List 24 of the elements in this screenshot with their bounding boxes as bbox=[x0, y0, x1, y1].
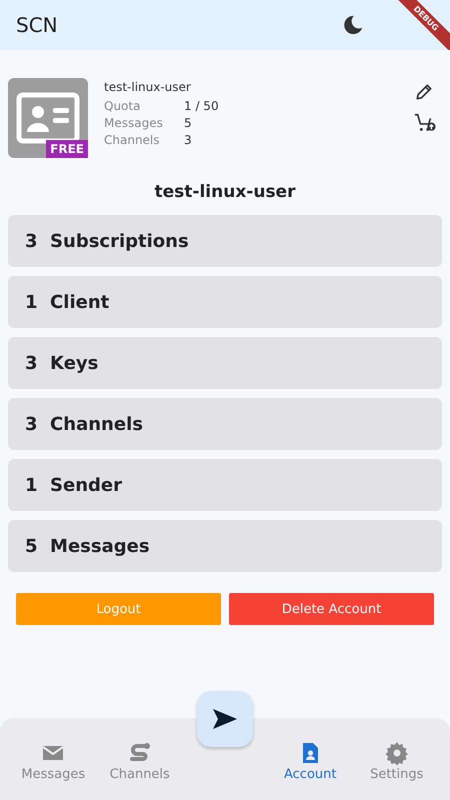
nav-tab[interactable]: Account bbox=[267, 718, 354, 800]
section-row[interactable]: 3 Channels bbox=[8, 398, 442, 450]
stat-label: Quota bbox=[104, 99, 142, 113]
section-row[interactable]: 1 Client bbox=[8, 276, 442, 328]
delete-account-button[interactable]: Delete Account bbox=[229, 593, 434, 625]
section-row[interactable]: 3 Subscriptions bbox=[8, 215, 442, 267]
plan-badge: FREE bbox=[46, 140, 88, 158]
stat-label: Channels bbox=[104, 133, 161, 147]
stat-value: 5 bbox=[184, 116, 192, 130]
settings-icon bbox=[384, 741, 409, 765]
display-name: test-linux-user bbox=[154, 182, 296, 202]
contact-card-icon bbox=[16, 92, 80, 144]
cart-upgrade-icon[interactable] bbox=[414, 112, 436, 134]
section-row[interactable]: 1 Sender bbox=[8, 459, 442, 511]
send-button[interactable] bbox=[197, 691, 253, 747]
section-row[interactable]: 5 Messages bbox=[8, 520, 442, 572]
stat-value: 1 / 50 bbox=[184, 99, 219, 113]
section-row[interactable]: 3 Keys bbox=[8, 337, 442, 389]
stat-value: 3 bbox=[184, 133, 192, 147]
send-icon bbox=[212, 708, 238, 730]
app-title: SCN bbox=[16, 13, 58, 37]
dark-mode-icon[interactable] bbox=[342, 14, 364, 36]
stat-label: Messages bbox=[104, 116, 164, 130]
username: test-linux-user bbox=[104, 80, 192, 94]
